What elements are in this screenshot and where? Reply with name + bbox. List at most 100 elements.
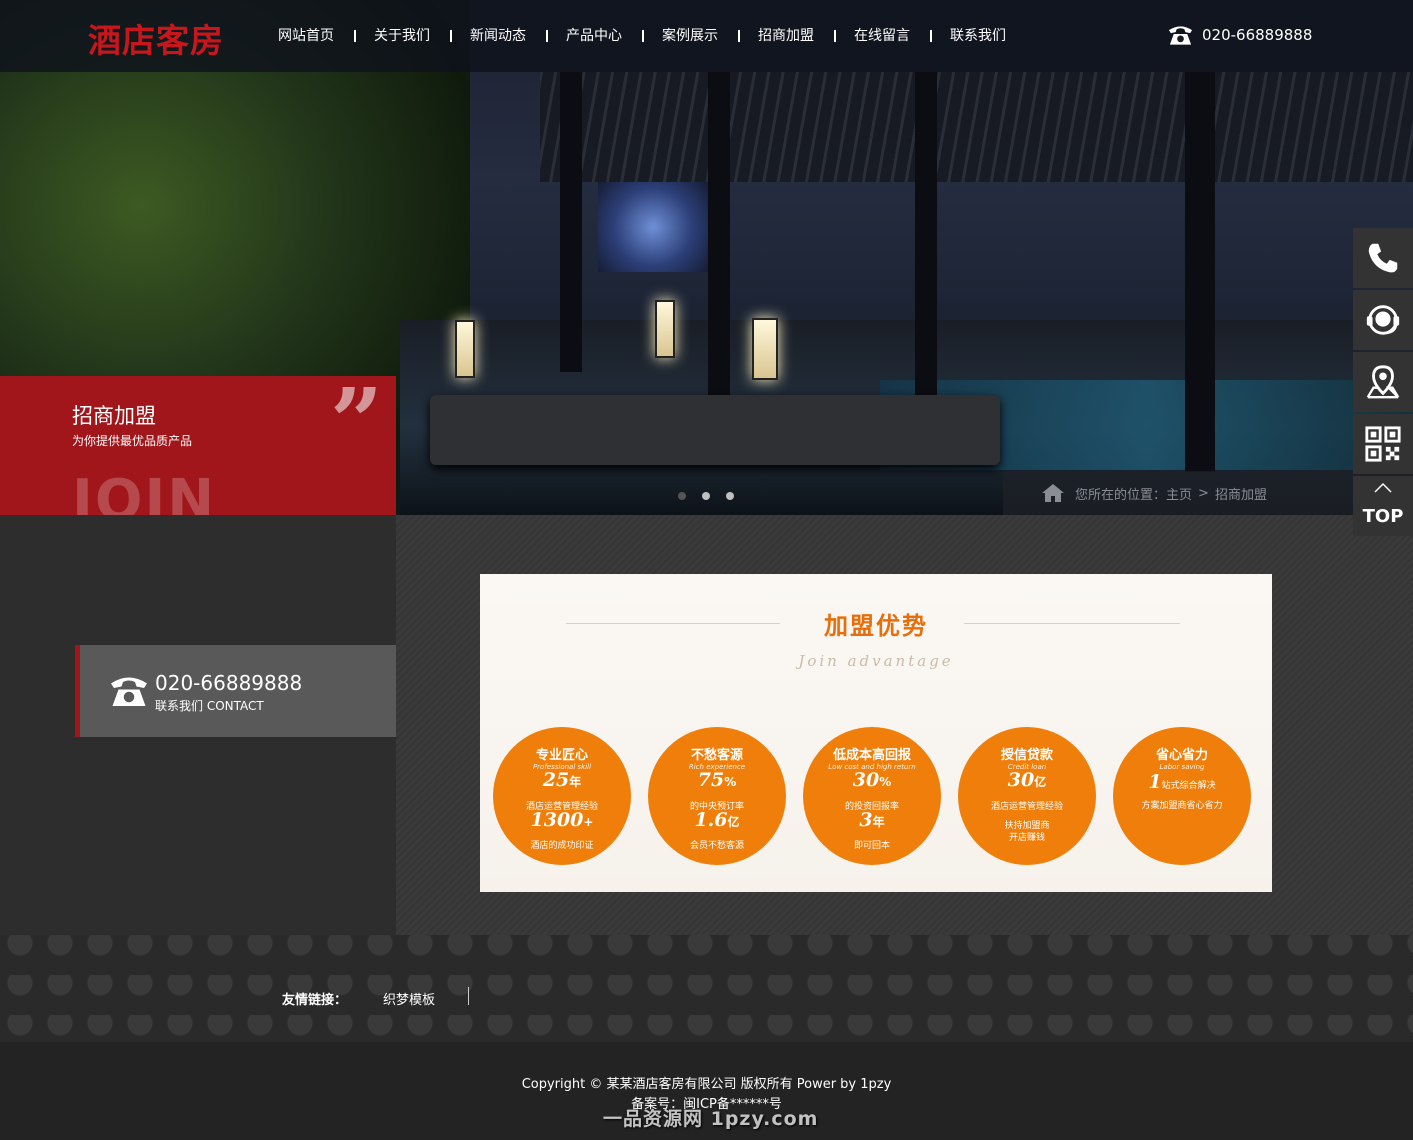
map-pin-icon: [1366, 365, 1400, 399]
page: 酒店客房 网站首页 关于我们 新闻动态 产品中心 案例展示 招商加盟 在线留言 …: [0, 0, 1413, 1140]
join-advantage-card: 加盟优势 Join advantage 专业匠心 Professional sk…: [480, 574, 1272, 892]
top-label: TOP: [1362, 506, 1404, 527]
header-phone: 020-66889888: [1167, 23, 1312, 47]
circle-title: 省心省力: [1155, 748, 1208, 763]
circle-title: 专业匠心: [535, 748, 588, 763]
circle-line: 会员不愁客源: [689, 841, 744, 851]
stat-value: 30: [1007, 769, 1035, 791]
stat-unit: 亿: [727, 815, 740, 829]
advantage-circles: 专业匠心 Professional skill 25年 酒店运营管理经验 130…: [493, 727, 1268, 865]
circle-stat: 3年: [803, 811, 941, 830]
stat-value: 3: [859, 809, 873, 831]
stat-unit: 年: [569, 775, 582, 789]
stat-unit: %: [879, 775, 892, 789]
back-to-top-button[interactable]: TOP: [1353, 476, 1413, 536]
link-divider: [468, 987, 469, 1005]
circle-line: 开店赚钱: [1008, 833, 1045, 843]
qr-code-icon: [1365, 426, 1401, 462]
advantage-circle: 专业匠心 Professional skill 25年 酒店运营管理经验 130…: [493, 727, 631, 865]
copyright-text: Copyright © 某某酒店客房有限公司 版权所有 Power by 1pz…: [521, 1077, 892, 1092]
circle-line: 即可回本: [853, 841, 890, 851]
banner-tag: ” 招商加盟 为你提供最优品质产品 JOIN: [0, 376, 396, 515]
nav-item-news[interactable]: 新闻动态: [450, 26, 546, 46]
advantage-circle: 省心省力 Labor saving 1站式综合解决 方案加盟商省心省力: [1113, 727, 1251, 865]
telephone-icon: [1168, 26, 1193, 45]
circle-stat: 30%: [803, 771, 941, 790]
home-icon: [1042, 484, 1064, 502]
circle-stat: 30亿: [958, 771, 1096, 790]
stat-value: 25: [542, 769, 570, 791]
customer-service-icon: [1366, 305, 1400, 335]
circle-stat: 1站式综合解决: [1113, 773, 1251, 792]
slider-dot[interactable]: [726, 492, 734, 500]
back-to-top-icon: [1374, 482, 1392, 493]
site-footer: Copyright © 某某酒店客房有限公司 版权所有 Power by 1pz…: [0, 1042, 1413, 1140]
nav-item-about[interactable]: 关于我们: [354, 26, 450, 46]
advantage-circle: 低成本高回报 Low cost and high return 30% 的投资回…: [803, 727, 941, 865]
circle-line: 扶持加盟商: [1004, 821, 1050, 831]
lit-glass-panel: [598, 182, 708, 272]
nav-item-products[interactable]: 产品中心: [546, 26, 642, 46]
stat-value: 1.6: [694, 809, 728, 831]
breadcrumb-separator: >: [1198, 485, 1209, 501]
slider-dots: [678, 492, 750, 500]
circle-line: 酒店的成功印证: [530, 841, 594, 851]
circle-line: 方案加盟商省心省力: [1141, 801, 1223, 811]
circle-stat: 1.6亿: [648, 811, 786, 830]
pillar: [915, 72, 937, 432]
breadcrumb-current-link[interactable]: 招商加盟: [1215, 484, 1267, 503]
float-phone-button[interactable]: [1353, 228, 1413, 288]
friend-links-label: 友情链接：: [282, 993, 348, 1008]
nav-item-cases[interactable]: 案例展示: [642, 26, 738, 46]
quote-mark-icon: ”: [330, 376, 383, 476]
advantage-title: 加盟优势: [824, 612, 928, 640]
circle-title: 不愁客源: [690, 748, 743, 763]
nav-item-join[interactable]: 招商加盟: [738, 26, 834, 46]
friend-links-bar: 友情链接： 织梦模板: [0, 935, 1413, 1042]
pillar: [708, 72, 730, 402]
breadcrumb-home-link[interactable]: 主页: [1166, 484, 1192, 503]
contact-label: 联系我们 CONTACT: [155, 699, 264, 713]
stat-value: 30: [852, 769, 880, 791]
phone-icon: [1368, 243, 1398, 273]
stat-value: 75: [697, 769, 725, 791]
advantage-subtitle: Join advantage: [798, 652, 954, 670]
friend-link[interactable]: 织梦模板: [383, 989, 435, 1008]
site-header: 酒店客房 网站首页 关于我们 新闻动态 产品中心 案例展示 招商加盟 在线留言 …: [0, 0, 1413, 72]
advantage-circle: 不愁客源 Rich experience 75% 的中央预订率 1.6亿 会员不…: [648, 727, 786, 865]
circle-title: 授信贷款: [1000, 748, 1053, 763]
circle-stat: 1300+: [493, 811, 631, 830]
stat-value: 1: [1148, 771, 1162, 793]
pillar: [560, 72, 582, 372]
pergola-roof: [540, 72, 1413, 182]
stat-unit: +: [583, 815, 594, 829]
nav-item-home[interactable]: 网站首页: [258, 26, 354, 46]
float-map-button[interactable]: [1353, 352, 1413, 412]
stat-unit: %: [724, 775, 737, 789]
lantern: [455, 320, 475, 378]
float-service-button[interactable]: [1353, 290, 1413, 350]
floating-toolbar: TOP: [1353, 228, 1413, 538]
float-qrcode-button[interactable]: [1353, 414, 1413, 474]
nav-item-contact[interactable]: 联系我们: [930, 26, 1026, 46]
slider-dot[interactable]: [678, 492, 686, 500]
circle-line: 酒店运营管理经验: [990, 802, 1063, 812]
stat-value: 1300: [530, 809, 584, 831]
site-watermark: 一品资源网 1pzy.com: [603, 1108, 819, 1130]
nav-item-message[interactable]: 在线留言: [834, 26, 930, 46]
banner-subtitle: 为你提供最优品质产品: [72, 434, 193, 448]
contact-phone-number: 020-66889888: [155, 671, 303, 695]
stat-unit: 年: [872, 815, 885, 829]
breadcrumb-prefix: 您所在的位置：: [1075, 487, 1167, 503]
lantern: [752, 318, 778, 380]
slider-dot[interactable]: [702, 492, 710, 500]
circle-stat: 25年: [493, 771, 631, 790]
circle-stat: 75%: [648, 771, 786, 790]
stat-unit: 站式综合解决: [1161, 781, 1216, 791]
site-logo[interactable]: 酒店客房: [88, 14, 224, 62]
lounge-sofa: [430, 395, 1000, 465]
lantern: [655, 300, 675, 358]
header-phone-number: 020-66889888: [1202, 26, 1313, 44]
pillar: [1185, 72, 1215, 472]
stat-unit: 亿: [1034, 775, 1047, 789]
